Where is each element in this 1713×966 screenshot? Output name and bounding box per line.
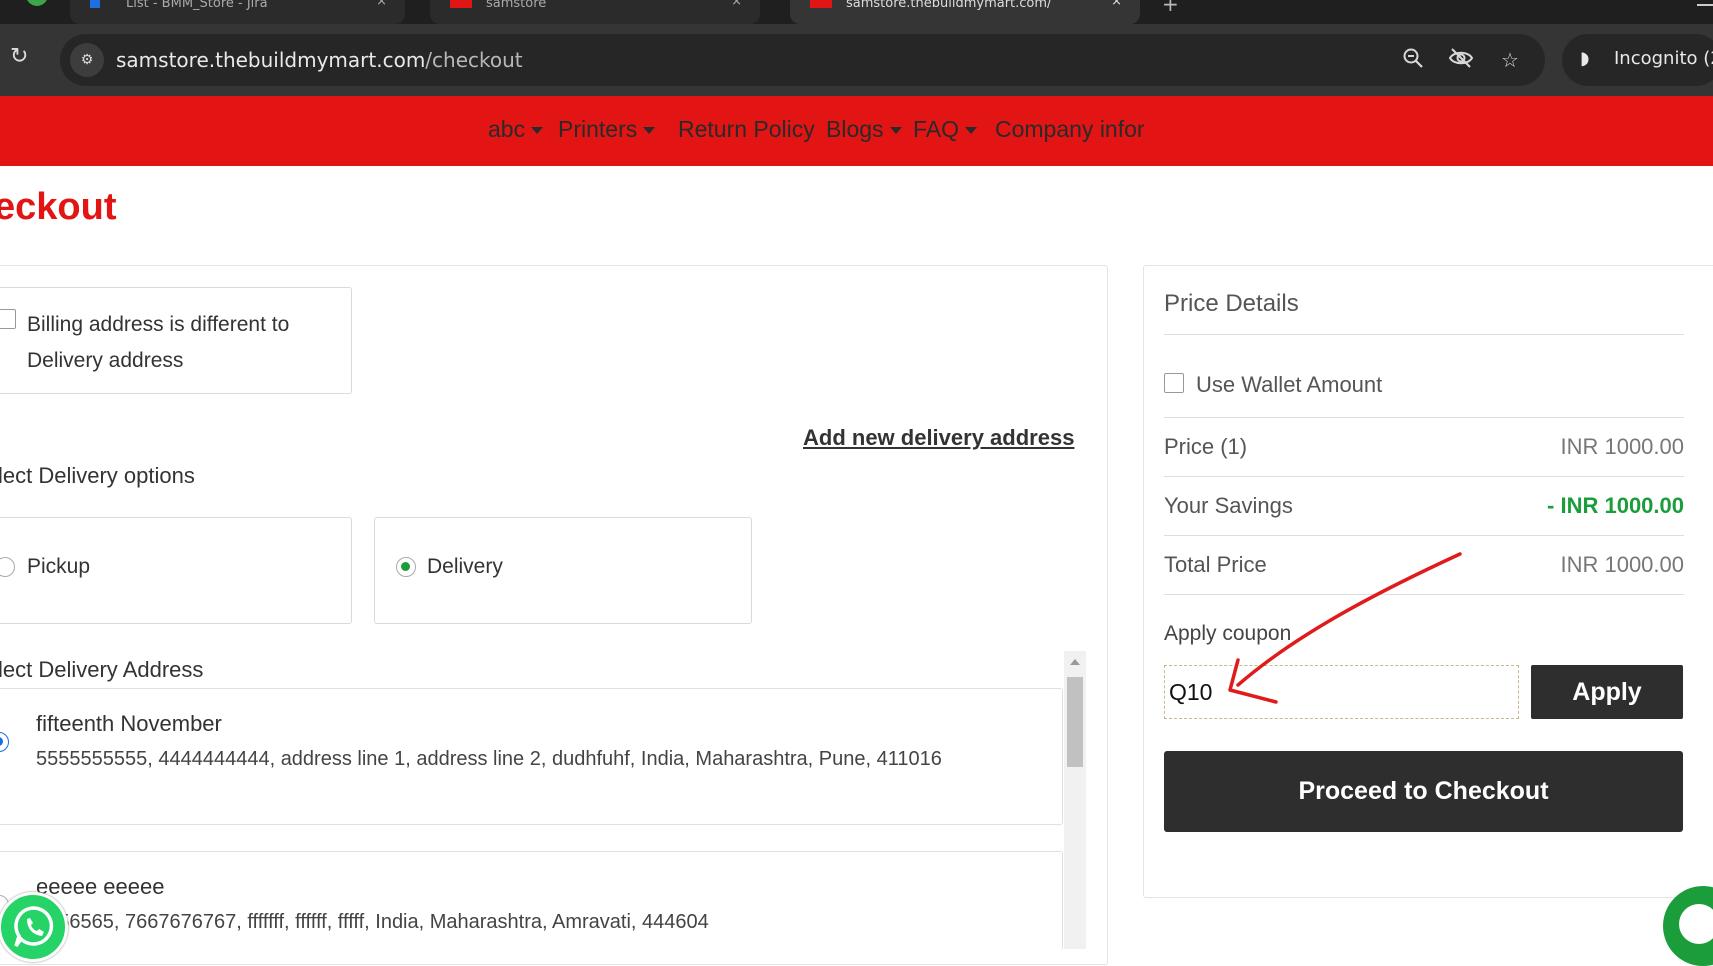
profile-icon[interactable]	[26, 0, 48, 6]
reload-icon[interactable]: ↻	[10, 46, 32, 68]
apply-coupon-button[interactable]: Apply	[1531, 665, 1683, 719]
caret-down-icon	[643, 127, 656, 135]
divider	[1164, 476, 1684, 477]
address-card[interactable]: fifteenth November 5555555555, 444444444…	[0, 688, 1063, 825]
delivery-label: Delivery	[427, 555, 503, 578]
nav-label: Blogs	[826, 116, 884, 142]
divider	[1164, 594, 1684, 595]
samstore-favicon-icon	[450, 0, 472, 8]
url-host: samstore.thebuildmymart.com	[116, 48, 426, 72]
incognito-indicator[interactable]: ◗ Incognito (2)	[1562, 34, 1713, 86]
pickup-label: Pickup	[27, 555, 91, 578]
nav-item-printers[interactable]: Printers	[558, 116, 656, 143]
address-scrollbar[interactable]	[1064, 651, 1086, 949]
address-details: 5555555555, 4444444444, address line 1, …	[36, 748, 942, 770]
nav-item-faq[interactable]: FAQ	[913, 116, 978, 143]
tab-title: samstore.thebuildmymart.com/	[846, 0, 1052, 11]
address-list: fifteenth November 5555555555, 444444444…	[0, 686, 1088, 949]
use-wallet-label: Use Wallet Amount	[1196, 372, 1383, 397]
incognito-icon: ◗	[1580, 48, 1590, 69]
browser-toolbar: ↻ ⚙ samstore.thebuildmymart.com/checkout…	[0, 24, 1713, 96]
price-label: Price (1)	[1164, 434, 1248, 459]
nav-label: abc	[488, 116, 526, 142]
nav-label: Printers	[558, 116, 638, 142]
browser-tab-jira[interactable]: List - BMM_Store - Jira ×	[70, 0, 405, 24]
add-new-delivery-address-link[interactable]: Add new delivery address	[803, 425, 1074, 451]
caret-down-icon	[889, 127, 902, 135]
caret-down-icon	[531, 127, 544, 135]
savings-value: - INR 1000.00	[1547, 493, 1684, 518]
address-details: 5656565, 7667676767, fffffff, ffffff, ff…	[36, 911, 709, 933]
tab-title: samstore	[486, 0, 547, 11]
use-wallet-checkbox[interactable]	[1164, 373, 1184, 393]
caret-down-icon	[965, 127, 978, 135]
scroll-up-icon[interactable]	[1070, 659, 1080, 665]
delivery-address-label: lect Delivery Address	[0, 657, 204, 682]
samstore-favicon-icon	[810, 0, 832, 8]
divider	[1164, 417, 1684, 418]
billing-different-label: Billing address is different to Delivery…	[27, 313, 290, 372]
close-tab-icon[interactable]: ×	[1111, 0, 1122, 9]
proceed-to-checkout-button[interactable]: Proceed to Checkout	[1164, 751, 1683, 832]
address-name: fifteenth November	[36, 711, 222, 736]
total-price-label: Total Price	[1164, 552, 1267, 577]
minimize-icon[interactable]	[1697, 4, 1713, 6]
price-value: INR 1000.00	[1560, 434, 1684, 459]
address-card[interactable]: eeeee eeeee 5656565, 7667676767, fffffff…	[0, 851, 1063, 949]
coupon-input[interactable]	[1164, 665, 1519, 719]
savings-label: Your Savings	[1164, 493, 1293, 518]
star-icon[interactable]: ☆	[1497, 47, 1523, 73]
divider	[1164, 535, 1684, 536]
nav-item-return-policy[interactable]: Return Policy	[678, 116, 815, 143]
address-bar[interactable]: ⚙ samstore.thebuildmymart.com/checkout ☆	[60, 34, 1545, 86]
url-path: /checkout	[425, 48, 523, 72]
apply-coupon-label: Apply coupon	[1164, 622, 1292, 645]
page-title: eckout	[0, 186, 117, 228]
nav-label: FAQ	[913, 116, 960, 142]
eye-off-icon[interactable]	[1448, 47, 1474, 73]
address-radio[interactable]	[0, 732, 9, 752]
chat-widget-button[interactable]	[1663, 886, 1713, 966]
scroll-thumb[interactable]	[1067, 677, 1083, 767]
browser-tab-active[interactable]: samstore.thebuildmymart.com/ ×	[790, 0, 1140, 24]
browser-tab-samstore[interactable]: samstore ×	[430, 0, 760, 24]
nav-item-company-info[interactable]: Company infor	[995, 116, 1145, 143]
delivery-options-label: lect Delivery options	[0, 463, 195, 488]
close-tab-icon[interactable]: ×	[376, 0, 387, 9]
chat-icon	[1679, 904, 1713, 944]
nav-item-blogs[interactable]: Blogs	[826, 116, 902, 143]
browser-tab-strip: List - BMM_Store - Jira × samstore × sam…	[0, 0, 1713, 24]
site-info-icon[interactable]: ⚙	[70, 43, 104, 77]
url-text[interactable]: samstore.thebuildmymart.com/checkout	[116, 48, 523, 72]
price-details-title: Price Details	[1164, 290, 1299, 317]
divider	[1164, 334, 1684, 335]
nav-label: Company infor	[995, 116, 1145, 142]
total-price-value: INR 1000.00	[1560, 552, 1684, 577]
delivery-radio[interactable]	[396, 557, 416, 577]
incognito-label: Incognito (2)	[1614, 48, 1713, 69]
address-name: eeeee eeeee	[36, 874, 165, 899]
site-nav: abc Printers Return Policy Blogs FAQ Com…	[0, 96, 1713, 166]
whatsapp-button[interactable]	[0, 892, 68, 962]
whatsapp-icon	[14, 906, 54, 948]
new-tab-icon[interactable]: +	[1162, 0, 1179, 16]
billing-different-checkbox[interactable]	[0, 309, 16, 329]
zoom-icon[interactable]	[1400, 47, 1426, 73]
tab-title: List - BMM_Store - Jira	[126, 0, 268, 11]
close-tab-icon[interactable]: ×	[731, 0, 742, 9]
jira-favicon-icon	[90, 0, 100, 8]
nav-item-abc[interactable]: abc	[488, 116, 544, 143]
nav-label: Return Policy	[678, 116, 815, 142]
